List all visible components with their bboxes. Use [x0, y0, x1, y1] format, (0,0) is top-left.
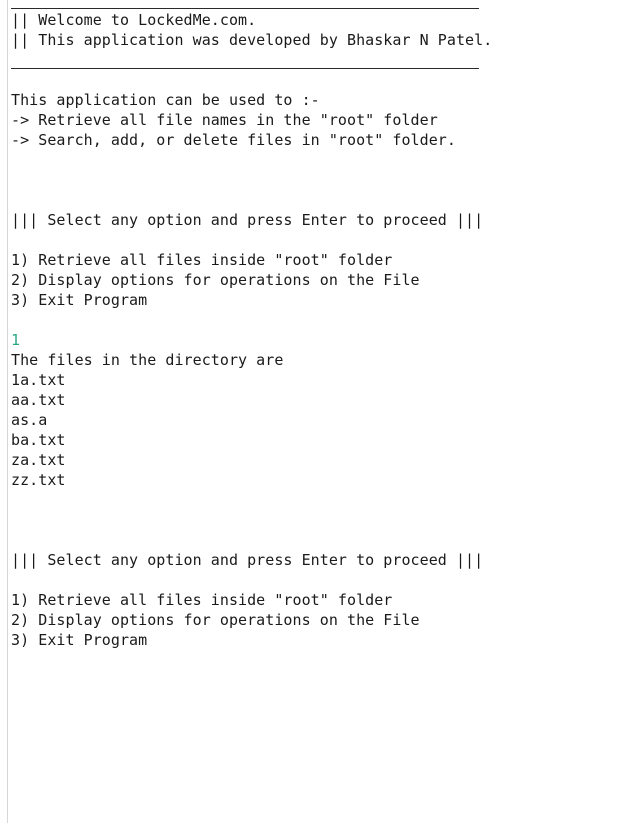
- file-item: as.a: [11, 411, 48, 429]
- console-left-border: [7, 0, 8, 823]
- header-bottom-rule: [11, 68, 479, 69]
- file-item: 1a.txt: [11, 371, 66, 389]
- intro-item-search: -> Search, add, or delete files in "root…: [11, 131, 456, 149]
- header-top-rule: [11, 8, 479, 9]
- menu-prompt: ||| Select any option and press Enter to…: [11, 211, 484, 229]
- console-output[interactable]: || Welcome to LockedMe.com. || This appl…: [0, 0, 633, 823]
- user-input-line: 1: [11, 331, 21, 349]
- menu-prompt: ||| Select any option and press Enter to…: [11, 551, 484, 569]
- header-welcome-line: || Welcome to LockedMe.com.: [11, 11, 257, 29]
- menu-option-retrieve: 1) Retrieve all files inside "root" fold…: [11, 251, 393, 269]
- header-developer-line: || This application was developed by Bha…: [11, 31, 493, 49]
- menu-option-display: 2) Display options for operations on the…: [11, 611, 420, 629]
- intro-title: This application can be used to :-: [11, 91, 320, 109]
- menu-option-exit: 3) Exit Program: [11, 631, 148, 649]
- files-header: The files in the directory are: [11, 351, 284, 369]
- intro-item-retrieve: -> Retrieve all file names in the "root"…: [11, 111, 438, 129]
- file-item: za.txt: [11, 451, 66, 469]
- menu-option-display: 2) Display options for operations on the…: [11, 271, 420, 289]
- file-item: aa.txt: [11, 391, 66, 409]
- file-item: zz.txt: [11, 471, 66, 489]
- menu-option-retrieve: 1) Retrieve all files inside "root" fold…: [11, 591, 393, 609]
- menu-option-exit: 3) Exit Program: [11, 291, 148, 309]
- file-item: ba.txt: [11, 431, 66, 449]
